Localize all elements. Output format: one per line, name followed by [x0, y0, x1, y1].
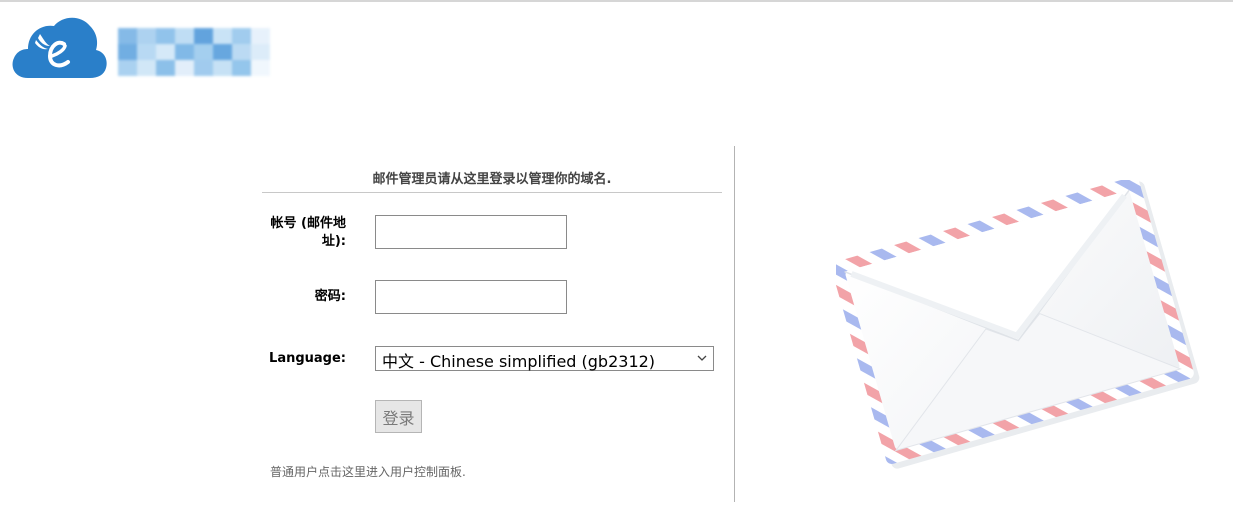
vertical-divider [734, 146, 735, 502]
login-panel: 邮件管理员请从这里登录以管理你的域名. 帐号 (邮件地址): 密码: Langu… [262, 160, 722, 490]
airmail-envelope-icon [836, 180, 1200, 469]
password-input[interactable] [375, 280, 567, 314]
brand-name-blurred [118, 28, 270, 76]
login-button[interactable]: 登录 [375, 400, 422, 433]
user-control-panel-link[interactable]: 普通用户点击这里进入用户控制面板. [270, 463, 466, 480]
header-divider [262, 192, 722, 193]
account-label: 帐号 (邮件地址): [270, 216, 346, 249]
chevron-down-icon [697, 355, 707, 361]
language-label: Language: [269, 351, 346, 366]
language-selected-value: 中文 - Chinese simplified (gb2312) [382, 352, 656, 371]
cloud-e-logo-icon [12, 17, 107, 78]
admin-login-instruction: 邮件管理员请从这里登录以管理你的域名. [372, 172, 612, 187]
account-input[interactable] [375, 215, 567, 249]
logo-area [10, 12, 280, 82]
top-border [0, 0, 1233, 2]
password-label: 密码: [314, 289, 346, 304]
language-select[interactable]: 中文 - Chinese simplified (gb2312) [375, 346, 714, 371]
